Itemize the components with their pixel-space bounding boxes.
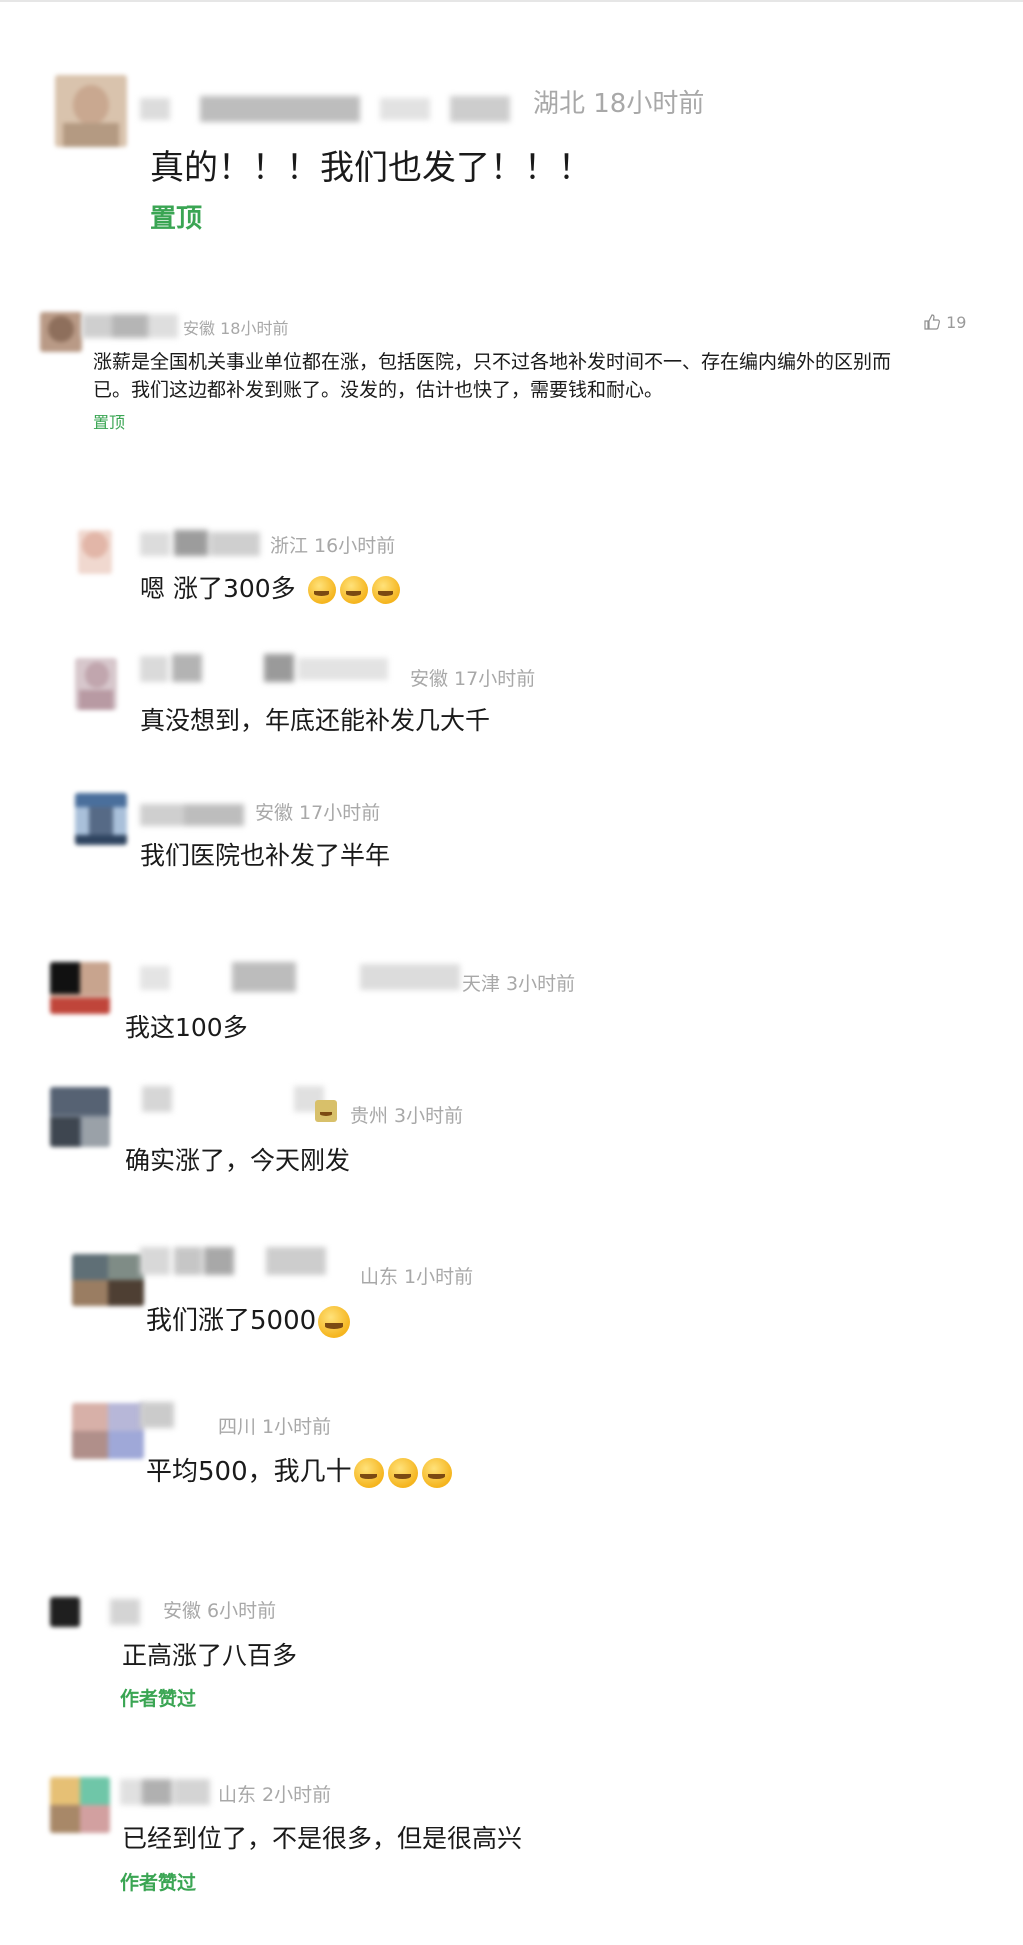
avatar[interactable]	[72, 1403, 144, 1459]
username-blurred[interactable]	[140, 800, 250, 830]
avatar[interactable]	[40, 312, 82, 352]
comment-text: 我们医院也补发了半年	[140, 841, 391, 870]
crying-emoji	[353, 1457, 384, 1488]
username-blurred[interactable]	[140, 528, 270, 558]
grinning-emoji	[318, 1305, 351, 1338]
username-blurred[interactable]	[140, 1398, 200, 1432]
username-blurred[interactable]	[140, 960, 460, 994]
comment-location-time: 天津 3小时前	[462, 973, 576, 995]
comment-text: 已经到位了，不是很多，但是很高兴	[122, 1824, 523, 1853]
avatar-badge-icon	[315, 1100, 337, 1122]
avatar[interactable]	[50, 1777, 110, 1833]
like-button[interactable]: 19	[923, 313, 966, 332]
comment-location-time: 安徽 17小时前	[255, 802, 381, 824]
comment-location-time: 贵州 3小时前	[350, 1105, 464, 1127]
avatar[interactable]	[75, 793, 127, 845]
comment-location-time: 安徽 17小时前	[410, 668, 536, 690]
top-divider	[0, 0, 1023, 2]
avatar[interactable]	[78, 530, 112, 574]
avatar[interactable]	[50, 962, 110, 1014]
comment-text: 真没想到，年底还能补发几大千	[140, 706, 491, 735]
comment-location-time: 山东 1小时前	[360, 1266, 474, 1288]
crying-laughing-emoji	[371, 576, 400, 604]
author-liked-tag: 作者赞过	[120, 1872, 197, 1894]
crying-laughing-emoji	[339, 576, 368, 604]
comment-location-time: 安徽 18小时前	[183, 319, 289, 338]
comment-text-content: 我们涨了5000	[146, 1306, 317, 1336]
comment-location-time: 四川 1小时前	[218, 1416, 332, 1438]
comment-location-time: 山东 2小时前	[218, 1784, 332, 1806]
comment-location-time: 安徽 6小时前	[163, 1600, 277, 1622]
username-blurred[interactable]	[140, 652, 410, 684]
comment-text-content: 嗯 涨了300多	[140, 574, 296, 603]
comment-text: 确实涨了，今天刚发	[125, 1146, 351, 1175]
comment-text: 正高涨了八百多	[122, 1641, 298, 1670]
pinned-tag: 置顶	[93, 413, 126, 432]
comment-text: 嗯 涨了300多	[140, 569, 400, 605]
avatar[interactable]	[72, 1254, 144, 1306]
username-blurred[interactable]	[82, 312, 182, 340]
crying-laughing-emoji	[307, 576, 336, 604]
avatar[interactable]	[75, 658, 117, 710]
comment-text: 我这100多	[125, 1013, 248, 1042]
crying-emoji	[387, 1457, 418, 1488]
comment-text-line-2: 已。我们这边都补发到账了。没发的，估计也快了，需要钱和耐心。	[93, 379, 664, 401]
avatar[interactable]	[50, 1597, 80, 1627]
comment-text: 平均500，我几十	[146, 1451, 452, 1488]
pinned-tag: 置顶	[150, 204, 203, 234]
comment-text-content: 平均500，我几十	[146, 1457, 352, 1487]
avatar[interactable]	[55, 75, 127, 147]
comment-text: 真的！！！我们也发了！！！	[150, 148, 592, 188]
comment-text: 我们涨了5000	[146, 1300, 351, 1338]
comment-location-time: 湖北 18小时前	[533, 89, 705, 119]
username-blurred[interactable]	[140, 1082, 340, 1116]
username-blurred[interactable]	[140, 92, 520, 124]
like-count: 19	[946, 313, 967, 332]
username-blurred[interactable]	[118, 1775, 218, 1809]
comment-location-time: 浙江 16小时前	[270, 535, 396, 557]
author-liked-tag: 作者赞过	[120, 1688, 197, 1710]
crying-emoji	[421, 1457, 452, 1488]
avatar[interactable]	[50, 1087, 110, 1147]
username-blurred[interactable]	[140, 1243, 340, 1279]
username-blurred[interactable]	[108, 1595, 148, 1629]
comment-text-line-1: 涨薪是全国机关事业单位都在涨，包括医院，只不过各地补发时间不一、存在编内编外的区…	[93, 351, 892, 373]
thumbs-up-icon	[924, 314, 940, 330]
